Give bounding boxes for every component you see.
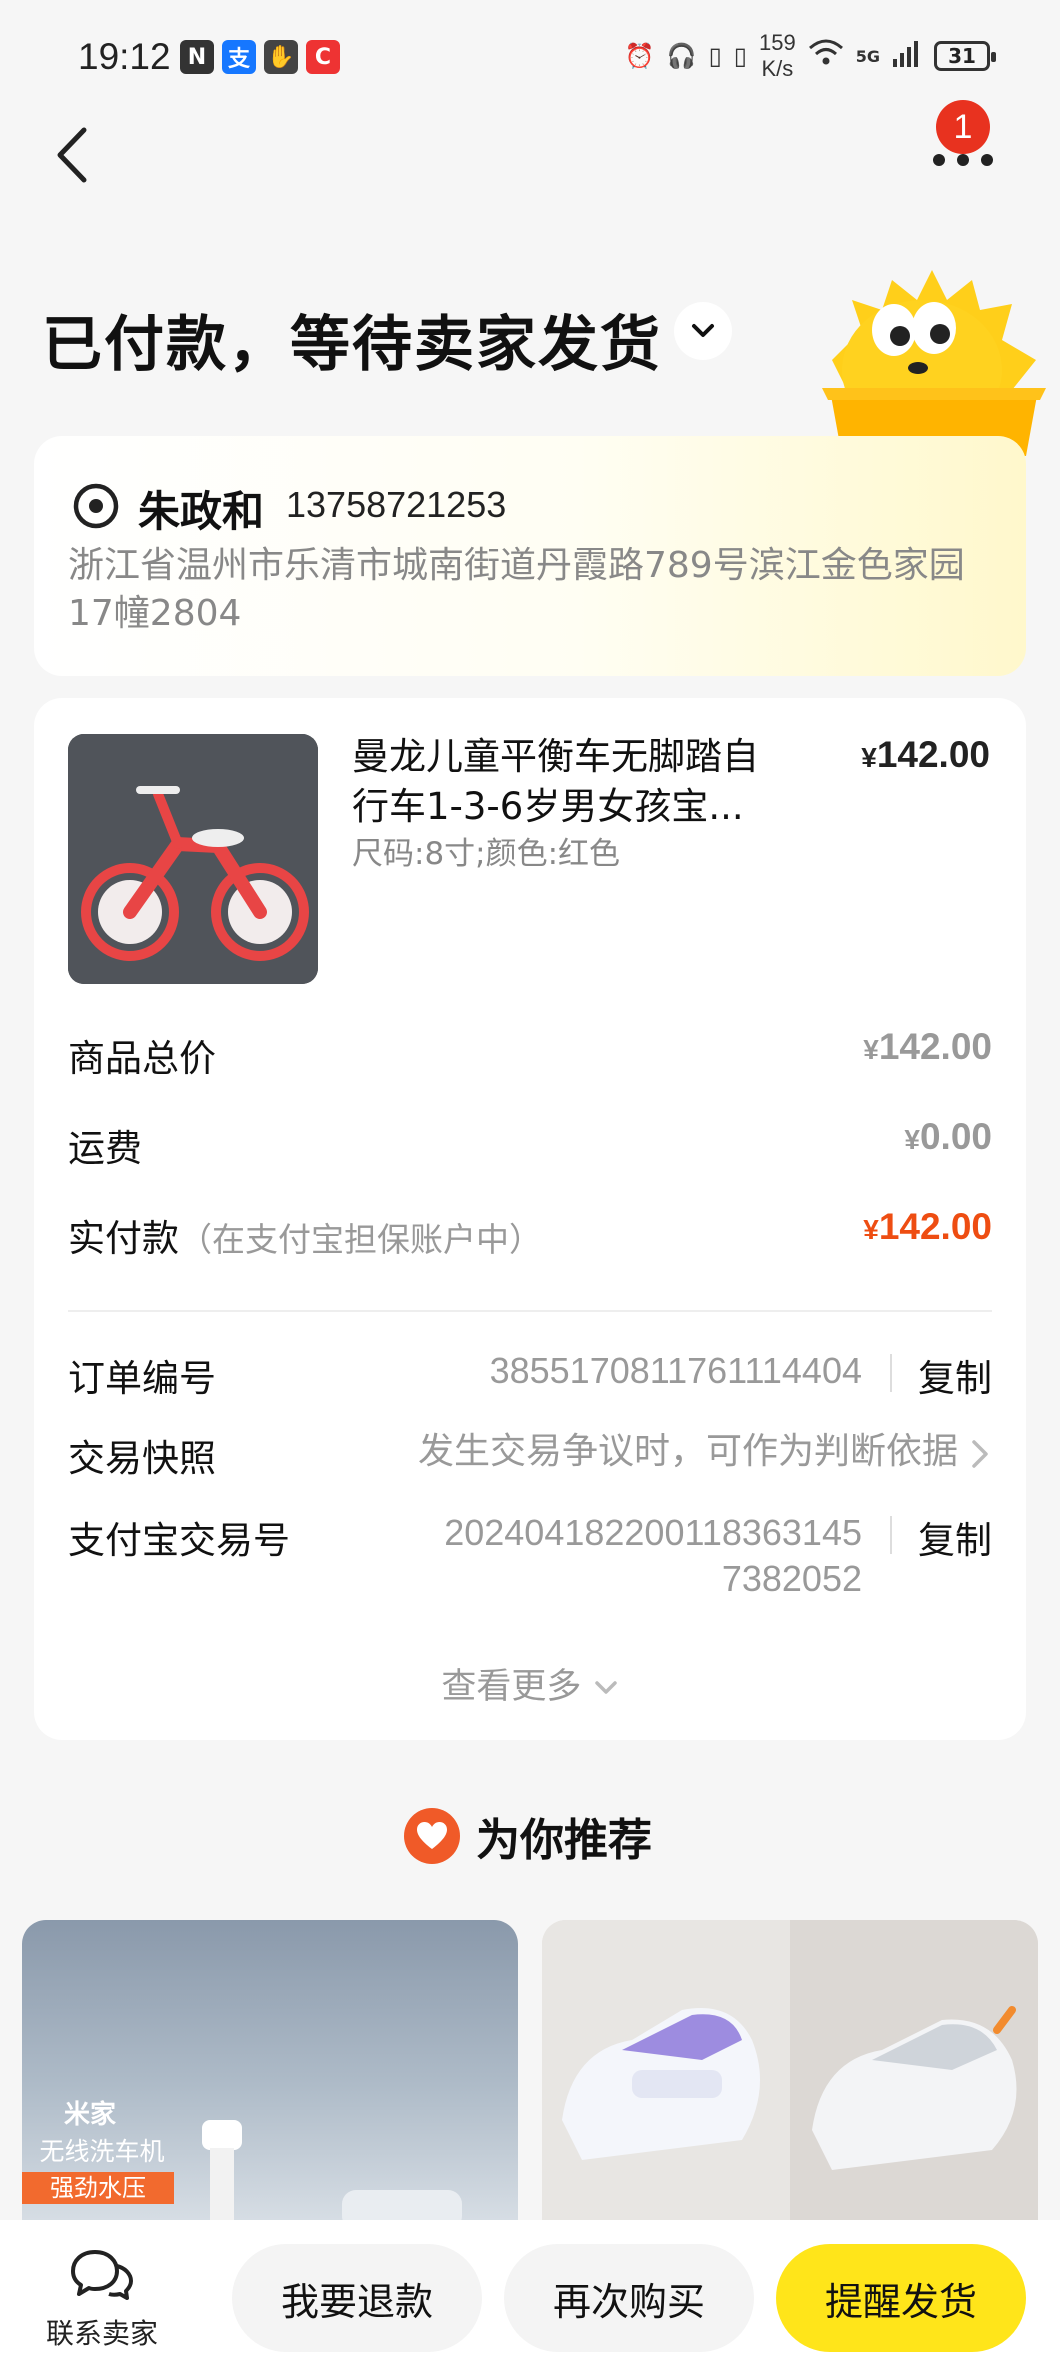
product-image[interactable] (68, 734, 318, 984)
wifi-icon (808, 38, 844, 74)
heart-icon (404, 1808, 460, 1864)
recommend-subtitle: 无线洗车机 (22, 2132, 182, 2168)
paid-row: 实付款（在支付宝担保账户中） ¥142.00 (68, 1200, 992, 1260)
chevron-right-icon (968, 1436, 992, 1472)
copy-alipay-number-button[interactable]: 复制 (918, 1510, 992, 1564)
alipay-number: 20240418220011836314​5 7382052 (444, 1510, 862, 1602)
balance-bike-image (68, 734, 318, 984)
contact-seller-button[interactable]: 联系卖家 (36, 2248, 168, 2352)
product-spec: 尺码:8寸;颜色:红色 (352, 828, 620, 873)
alipay-number-row: 支付宝交易号 20240418220011836314​5 7382052 复制 (68, 1510, 992, 1610)
order-number: 3855170811761114404 (490, 1348, 862, 1394)
snapshot-text: 发生交易争议时，可作为判断依据 (418, 1428, 958, 1474)
bottom-action-bar: 联系卖家 我要退款 再次购买 提醒发货 (0, 2220, 1060, 2376)
product-title[interactable]: 曼龙儿童平衡车无脚踏自行车1-3-6岁男女孩宝... (352, 732, 792, 832)
shipping-row: 运费 ¥0.00 (68, 1110, 992, 1170)
recommend-header: 为你推荐 (404, 1806, 652, 1866)
vibrate-icon: ▯ (734, 42, 747, 70)
battery-icon: 31 (934, 41, 990, 71)
shipping-value: ¥0.00 (904, 1116, 992, 1158)
alipay-icon: 支 (222, 40, 256, 74)
recommend-title: 为你推荐 (476, 1804, 652, 1868)
location-pin-icon (72, 482, 120, 530)
paid-note: （在支付宝担保账户中） (179, 1220, 542, 1259)
chevron-left-icon (54, 126, 88, 184)
phone-battery-icon: ▯ (709, 42, 722, 70)
chat-icon (69, 2248, 135, 2302)
nfc-icon: N (180, 40, 214, 74)
alarm-icon: ⏰ (625, 42, 655, 70)
remind-shipping-button[interactable]: 提醒发货 (776, 2244, 1026, 2352)
copy-order-number-button[interactable]: 复制 (918, 1348, 992, 1402)
status-left-icons: N 支 ✋ C (180, 40, 340, 74)
app-icon: C (306, 40, 340, 74)
rebuy-button[interactable]: 再次购买 (504, 2244, 754, 2352)
address-card[interactable]: 朱政和 13758721253 浙江省温州市乐清市城南街道丹霞路789号滨江金色… (34, 436, 1026, 676)
divider (68, 1310, 992, 1312)
status-expand-button[interactable] (674, 302, 732, 360)
signal-icon (892, 39, 922, 73)
network-label: 5G (856, 47, 880, 66)
see-more-button[interactable]: 查看更多 (34, 1658, 1026, 1709)
order-card: 曼龙儿童平衡车无脚踏自行车1-3-6岁男女孩宝... 尺码:8寸;颜色:红色 ¥… (34, 698, 1026, 1740)
recipient-name: 朱政和 (138, 478, 264, 539)
order-number-row: 订单编号 3855170811761114404 复制 (68, 1348, 992, 1408)
chevron-down-icon (593, 1679, 619, 1697)
mascot-illustration (822, 260, 1046, 460)
product-price: ¥142.00 (861, 734, 990, 776)
chevron-down-icon (691, 323, 715, 339)
status-bar: 19:12 N 支 ✋ C ⏰ 🎧 ▯ ▯ 159 K/s 5G 31 (0, 0, 1060, 110)
status-time: 19:12 (78, 36, 171, 78)
recommend-item[interactable]: 米家 无线洗车机 强劲水压 (22, 1920, 518, 2220)
order-status-title: 已付款，等待卖家发货 (42, 296, 662, 383)
recipient-phone: 13758721253 (286, 484, 506, 526)
hand-icon: ✋ (264, 40, 298, 74)
recommend-brand: 米家 (64, 2100, 116, 2130)
back-button[interactable] (46, 122, 96, 188)
refund-button[interactable]: 我要退款 (232, 2244, 482, 2352)
address-detail: 浙江省温州市乐清市城南街道丹霞路789号滨江金色家园17幢2804 (68, 542, 1008, 638)
recommend-tag: 强劲水压 (22, 2172, 174, 2204)
subtotal-row: 商品总价 ¥142.00 (68, 1020, 992, 1080)
recommend-item[interactable] (542, 1920, 1038, 2220)
subtotal-value: ¥142.00 (863, 1026, 992, 1068)
net-speed: 159 K/s (759, 30, 796, 82)
baby-shoes-image (542, 1920, 1038, 2220)
notification-badge: 1 (936, 100, 990, 154)
headphones-icon: 🎧 (667, 42, 697, 70)
paid-value: ¥142.00 (863, 1206, 992, 1248)
status-right-icons: ⏰ 🎧 ▯ ▯ 159 K/s 5G 31 (625, 30, 990, 82)
snapshot-row[interactable]: 交易快照 发生交易争议时，可作为判断依据 (68, 1428, 992, 1488)
